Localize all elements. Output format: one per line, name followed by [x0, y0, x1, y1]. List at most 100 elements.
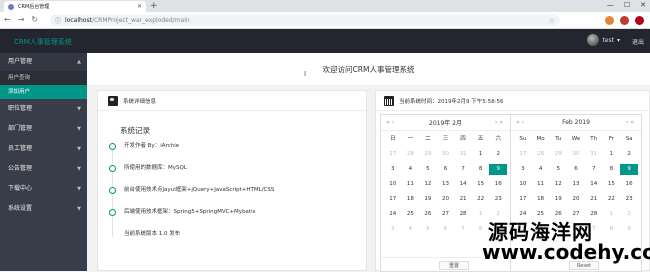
calendar-day[interactable]: 1 — [472, 149, 490, 160]
calendar-day[interactable]: 21 — [454, 194, 472, 205]
calendar-day[interactable]: 1 — [603, 209, 621, 220]
calendar-day[interactable]: 7 — [454, 164, 472, 175]
calendar-day[interactable]: 23 — [620, 194, 638, 205]
next-nav-icon[interactable]: ›» — [495, 119, 505, 126]
calendar-day[interactable]: 28 — [454, 209, 472, 220]
extension-icon[interactable] — [635, 16, 644, 25]
new-tab-icon[interactable]: + — [150, 1, 158, 11]
calendar-day[interactable]: 28 — [402, 149, 420, 160]
maximize-icon[interactable]: ☐ — [624, 1, 630, 9]
calendar-day[interactable]: 23 — [489, 194, 507, 205]
calendar-day[interactable]: 2 — [489, 149, 507, 160]
next-nav-icon[interactable]: ›» — [626, 119, 636, 126]
browser-tab[interactable]: CRM后台管理 ✕ — [4, 1, 146, 12]
extension-icon[interactable] — [605, 16, 614, 25]
calendar-day[interactable]: 27 — [514, 149, 532, 160]
calendar-day[interactable]: 16 — [489, 179, 507, 190]
close-window-icon[interactable]: ✕ — [640, 1, 646, 9]
calendar-day[interactable]: 8 — [603, 224, 621, 235]
calendar-day[interactable]: 5 — [549, 164, 567, 175]
sidebar-item-notice[interactable]: 公告管理 ▼ — [0, 159, 87, 179]
calendar-day[interactable]: 29 — [419, 149, 437, 160]
calendar-day[interactable]: 19 — [549, 194, 567, 205]
calendar-day[interactable]: 30 — [567, 149, 585, 160]
calendar-day[interactable]: 9 — [489, 164, 507, 175]
sidebar-subitem-add-user[interactable]: 添加用户 — [0, 85, 87, 99]
calendar-day[interactable]: 26 — [419, 209, 437, 220]
sidebar-item-department[interactable]: 部门管理 ▼ — [0, 119, 87, 139]
calendar-day[interactable]: 15 — [603, 179, 621, 190]
calendar-day[interactable]: 4 — [532, 164, 550, 175]
calendar-day[interactable]: 8 — [603, 164, 621, 175]
calendar-day[interactable]: 3 — [384, 224, 402, 235]
info-icon[interactable]: ⓘ — [55, 16, 61, 25]
calendar-day[interactable]: 27 — [384, 149, 402, 160]
bookmark-star-icon[interactable]: ☆ — [549, 17, 555, 25]
calendar-day[interactable]: 11 — [532, 179, 550, 190]
calendar-day[interactable]: 30 — [437, 149, 455, 160]
calendar-day[interactable]: 17 — [384, 194, 402, 205]
calendar-day[interactable]: 5 — [419, 224, 437, 235]
calendar-day[interactable]: 22 — [603, 194, 621, 205]
calendar-day[interactable]: 12 — [549, 179, 567, 190]
calendar-day[interactable]: 1 — [472, 209, 490, 220]
calendar-day[interactable]: 10 — [384, 179, 402, 190]
prev-nav-icon[interactable]: «‹ — [516, 119, 526, 126]
calendar-day[interactable]: 4 — [402, 164, 420, 175]
calendar-day[interactable]: 1 — [603, 149, 621, 160]
calendar-day[interactable]: 16 — [620, 179, 638, 190]
calendar-day[interactable]: 14 — [585, 179, 603, 190]
calendar-day[interactable]: 7 — [454, 224, 472, 235]
calendar-day[interactable]: 25 — [402, 209, 420, 220]
calendar-day[interactable]: 2 — [620, 209, 638, 220]
calendar-day[interactable]: 6 — [437, 224, 455, 235]
sidebar-item-employee[interactable]: 员工管理 ▼ — [0, 139, 87, 159]
calendar-day[interactable]: 8 — [472, 164, 490, 175]
calendar-day[interactable]: 12 — [419, 179, 437, 190]
sidebar-subitem-user-query[interactable]: 用户查询 — [0, 71, 87, 85]
calendar-day[interactable]: 3 — [514, 164, 532, 175]
logout-link[interactable]: 退出 — [632, 37, 644, 46]
prev-nav-icon[interactable]: «‹ — [386, 119, 396, 126]
reload-icon[interactable]: ↻ — [31, 15, 38, 24]
calendar-day[interactable]: 22 — [472, 194, 490, 205]
calendar-day[interactable]: 6 — [567, 164, 585, 175]
calendar-month[interactable]: 2019年 2月 — [429, 118, 462, 127]
calendar-day[interactable]: 21 — [585, 194, 603, 205]
calendar-day[interactable]: 17 — [514, 194, 532, 205]
calendar-day[interactable]: 24 — [384, 209, 402, 220]
calendar-day[interactable]: 7 — [585, 164, 603, 175]
calendar-day[interactable]: 31 — [585, 149, 603, 160]
url-input[interactable]: ⓘ localhost /CRMProject_war_exploded/mai… — [50, 15, 560, 26]
forward-icon[interactable]: → — [18, 15, 25, 24]
close-tab-icon[interactable]: ✕ — [137, 3, 142, 10]
calendar-day[interactable]: 14 — [454, 179, 472, 190]
calendar-day[interactable]: 28 — [532, 149, 550, 160]
calendar-day[interactable]: 6 — [437, 164, 455, 175]
sidebar-item-settings[interactable]: 系统设置 ▼ — [0, 199, 87, 219]
calendar-day[interactable]: 11 — [402, 179, 420, 190]
calendar-day[interactable]: 18 — [402, 194, 420, 205]
calendar-day[interactable]: 13 — [437, 179, 455, 190]
calendar-day[interactable]: 13 — [567, 179, 585, 190]
calendar-day[interactable]: 27 — [437, 209, 455, 220]
calendar-day[interactable]: 29 — [549, 149, 567, 160]
sidebar-item-download[interactable]: 下载中心 ▼ — [0, 179, 87, 199]
calendar-day[interactable]: 18 — [532, 194, 550, 205]
user-menu[interactable]: test ▾ — [587, 34, 620, 46]
calendar-day[interactable]: 20 — [567, 194, 585, 205]
calendar-day[interactable]: 31 — [454, 149, 472, 160]
minimize-icon[interactable]: — — [607, 1, 614, 9]
app-logo[interactable]: CRM人事管理系统 — [14, 37, 72, 47]
calendar-day[interactable]: 9 — [620, 164, 638, 175]
calendar-day[interactable]: 19 — [419, 194, 437, 205]
calendar-day[interactable]: 9 — [620, 224, 638, 235]
sidebar-item-position[interactable]: 职位管理 ▼ — [0, 99, 87, 119]
sidebar-item-user-management[interactable]: 用户管理 ▲ — [0, 53, 87, 71]
extension-icon[interactable] — [620, 16, 629, 25]
calendar-day[interactable]: 10 — [514, 179, 532, 190]
back-icon[interactable]: ← — [4, 15, 11, 24]
calendar-month[interactable]: Feb 2019 — [562, 119, 590, 126]
calendar-day[interactable]: 5 — [419, 164, 437, 175]
calendar-day[interactable]: 8 — [472, 224, 490, 235]
